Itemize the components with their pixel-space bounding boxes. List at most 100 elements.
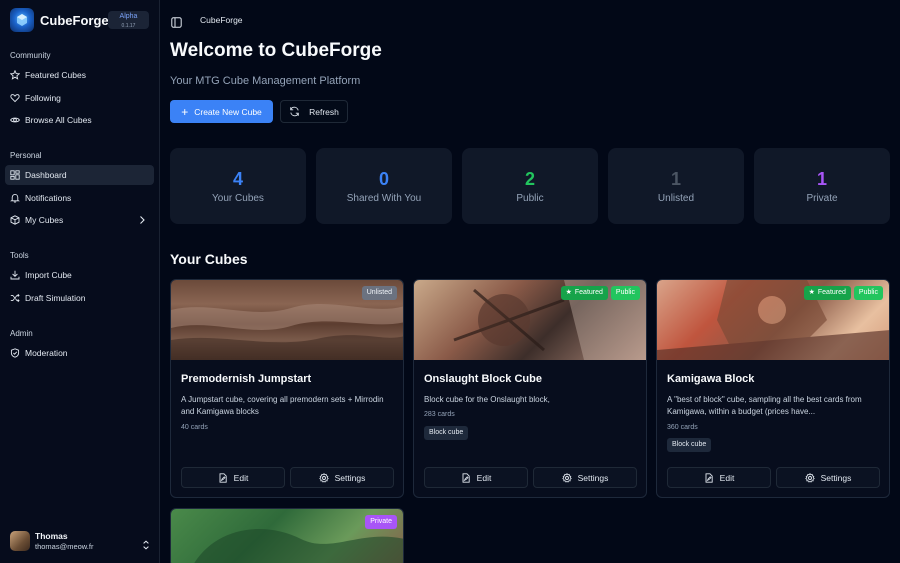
sidebar: CubeForge Alpha 0.1.17 Community Feature… [0,0,160,563]
featured-badge: ★ Featured [560,286,608,300]
cube-title: Onslaught Block Cube [424,373,542,385]
user-email: thomas@meow.fr [35,542,94,551]
download-icon [10,270,20,280]
page-subtitle: Your MTG Cube Management Platform [170,75,361,87]
page-title: Welcome to CubeForge [170,40,382,61]
cube-title: Premodernish Jumpstart [181,373,312,385]
sidebar-item-label: Moderation [25,348,68,358]
stat-value: 2 [524,169,535,189]
sidebar-item-draft-simulation[interactable]: Draft Simulation [5,288,154,308]
stat-unlisted: 1 Unlisted [608,148,744,224]
stat-label: Private [806,193,838,204]
stat-label: Unlisted [657,193,695,204]
star-icon: ★ [565,289,572,296]
cube-description: A Jumpstart cube, covering all premodern… [181,395,384,416]
chevron-right-icon[interactable] [138,215,146,227]
brand[interactable]: CubeForge [10,8,109,32]
cube-card[interactable]: Private [170,508,404,563]
refresh-icon [290,106,299,117]
stat-your-cubes: 4 Your Cubes [170,148,306,224]
shield-icon [10,348,20,358]
create-new-cube-button[interactable]: + Create New Cube [170,100,273,123]
cube-card-count: 40 cards [181,424,208,431]
sidebar-item-label: My Cubes [25,215,64,225]
cube-card-count: 283 cards [424,411,455,418]
cube-badges: ★ Featured Public [560,286,640,300]
sidebar-item-my-cubes[interactable]: My Cubes [5,210,154,230]
edit-label: Edit [719,472,735,483]
file-edit-icon [462,472,470,483]
visibility-badge-unlisted: Unlisted [361,286,397,300]
cube-badges: Unlisted [361,286,397,300]
cube-description: A "best of block" cube, sampling all the… [667,395,862,416]
sidebar-item-label: Draft Simulation [25,293,86,303]
edit-label: Edit [233,472,249,483]
sidebar-item-label: Browse All Cubes [25,115,92,125]
edit-button[interactable]: Edit [181,467,285,488]
settings-button[interactable]: Settings [776,467,880,488]
settings-button[interactable]: Settings [290,467,394,488]
heart-icon [10,93,20,103]
cube-card[interactable]: Unlisted Premodernish Jumpstart A Jumpst… [170,279,404,498]
sidebar-item-following[interactable]: Following [5,88,154,108]
sidebar-item-label: Featured Cubes [25,70,86,80]
cube-icon [10,215,20,225]
file-edit-icon [705,472,713,483]
file-edit-icon [219,472,227,483]
cube-card[interactable]: ★ Featured Public Onslaught Block Cube Bl… [413,279,647,498]
sidebar-item-browse-all-cubes[interactable]: Browse All Cubes [5,110,154,130]
stat-value: 0 [378,169,389,189]
stat-label: Shared With You [346,193,422,204]
user-menu[interactable]: Thomas thomas@meow.fr [10,531,155,551]
sidebar-item-label: Following [25,93,61,103]
sidebar-toggle-icon[interactable] [171,15,182,33]
refresh-label: Refresh [309,106,339,117]
settings-label: Settings [577,472,609,483]
cube-description: Block cube for the Onslaught block, [424,395,550,404]
chevrons-up-down-icon[interactable] [142,537,150,555]
sidebar-item-featured-cubes[interactable]: Featured Cubes [5,65,154,85]
breadcrumb: CubeForge [200,15,243,25]
sidebar-item-label: Notifications [25,193,72,203]
sidebar-item-label: Dashboard [25,170,67,180]
sidebar-item-label: Import Cube [25,270,72,280]
stat-private: 1 Private [754,148,890,224]
app-name: CubeForge [40,12,109,28]
settings-button[interactable]: Settings [533,467,637,488]
stat-public: 2 Public [462,148,598,224]
edit-button[interactable]: Edit [667,467,771,488]
gear-icon [804,472,815,483]
sidebar-item-notifications[interactable]: Notifications [5,188,154,208]
cube-badges: ★ Featured Public [803,286,883,300]
eye-icon [10,115,20,125]
sidebar-item-moderation[interactable]: Moderation [5,343,154,363]
section-label-tools: Tools [10,251,29,260]
cube-tag: Block cube [667,438,712,452]
cube-tag: Block cube [424,426,469,440]
cubeforge-logo-icon [10,8,34,32]
version-badge: Alpha 0.1.17 [108,11,149,29]
version-badge-label: Alpha [119,13,138,20]
gear-icon [318,472,329,483]
featured-badge-label: Featured [574,289,603,296]
shuffle-icon [10,293,20,303]
cube-card-count: 360 cards [667,424,698,431]
cube-badges: Private [365,515,397,529]
featured-badge-label: Featured [817,289,846,296]
refresh-button[interactable]: Refresh [280,100,348,123]
cube-card[interactable]: ★ Featured Public Kamigawa Block A "best … [656,279,890,498]
featured-badge: ★ Featured [803,286,851,300]
sidebar-item-import-cube[interactable]: Import Cube [5,265,154,285]
sidebar-item-dashboard[interactable]: Dashboard [5,165,154,185]
avatar [10,531,30,551]
stat-value: 1 [670,169,681,189]
dashboard-icon [10,170,20,180]
visibility-badge-private: Private [365,515,397,529]
section-label-community: Community [10,51,51,60]
section-label-personal: Personal [10,151,42,160]
section-title-your-cubes: Your Cubes [170,251,248,267]
edit-button[interactable]: Edit [424,467,528,488]
gear-icon [561,472,572,483]
user-name: Thomas [35,531,68,541]
star-icon: ★ [808,289,815,296]
